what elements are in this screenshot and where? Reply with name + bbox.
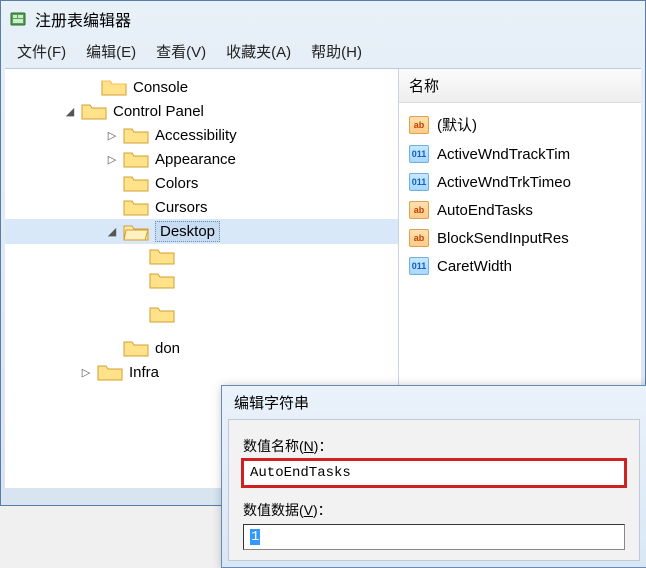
leaf-icon (105, 176, 119, 190)
dialog-body: 数值名称(N)： AutoEndTasks 数值数据(V)： 1 (228, 419, 640, 561)
string-value-icon: ab (409, 116, 429, 134)
tree-item-desktop-child[interactable] (5, 268, 398, 292)
tree-label: Colors (155, 175, 198, 192)
folder-open-icon (123, 222, 149, 242)
tree-item-accessibility[interactable]: ▷ Accessibility (5, 123, 398, 147)
label-text: )： (313, 502, 332, 518)
value-data-input[interactable]: 1 (243, 524, 625, 550)
tree-item-control-panel[interactable]: ◢ Control Panel (5, 99, 398, 123)
content-area: Console ◢ Control Panel ▷ Accessibility … (5, 68, 641, 488)
expander-open-icon[interactable]: ◢ (105, 225, 119, 239)
folder-icon (123, 197, 149, 217)
list-item[interactable]: 011 CaretWidth (403, 252, 637, 280)
label-text: 数值名称( (243, 438, 304, 454)
tree-label: Appearance (155, 151, 236, 168)
expander-closed-icon[interactable]: ▷ (79, 365, 93, 379)
menu-edit[interactable]: 编辑(E) (86, 41, 136, 62)
expander-closed-icon[interactable]: ▷ (105, 152, 119, 166)
folder-icon (123, 338, 149, 358)
titlebar: 注册表编辑器 (1, 1, 645, 37)
input-text: AutoEndTasks (250, 465, 351, 481)
list-item[interactable]: 011 ActiveWndTrackTim (403, 140, 637, 168)
folder-icon (97, 362, 123, 382)
folder-icon (149, 246, 175, 266)
tree-label: Control Panel (113, 103, 204, 120)
label-text: )： (314, 438, 333, 454)
tree-label: Desktop (155, 221, 220, 242)
binary-value-icon: 011 (409, 145, 429, 163)
tree-label: Console (133, 79, 188, 96)
menu-file[interactable]: 文件(F) (17, 41, 66, 62)
value-name: ActiveWndTrkTimeo (437, 174, 571, 191)
value-name: (默认) (437, 114, 477, 135)
column-header-name[interactable]: 名称 (399, 69, 641, 103)
tree-label: Accessibility (155, 127, 237, 144)
folder-icon (101, 77, 127, 97)
values-list: ab (默认) 011 ActiveWndTrackTim 011 ActiveWnd… (399, 103, 641, 286)
binary-value-icon: 011 (409, 257, 429, 275)
value-name-label: 数值名称(N)： (243, 436, 625, 456)
list-item[interactable]: 011 ActiveWndTrkTimeo (403, 168, 637, 196)
tree-label: Cursors (155, 199, 208, 216)
value-name: CaretWidth (437, 258, 512, 275)
edit-string-dialog: 编辑字符串 数值名称(N)： AutoEndTasks 数值数据(V)： 1 (221, 385, 646, 568)
label-accelerator: N (304, 438, 314, 454)
input-text-selected: 1 (250, 529, 260, 545)
folder-icon (123, 173, 149, 193)
registry-editor-window: 注册表编辑器 文件(F) 编辑(E) 查看(V) 收藏夹(A) 帮助(H) Co… (0, 0, 646, 506)
folder-icon (149, 304, 175, 324)
menu-favorites[interactable]: 收藏夹(A) (226, 41, 291, 62)
value-data-label: 数值数据(V)： (243, 500, 625, 520)
tree-item-console[interactable]: Console (5, 75, 398, 99)
tree-label: Infra (129, 364, 159, 381)
value-name: ActiveWndTrackTim (437, 146, 570, 163)
folder-icon (81, 101, 107, 121)
expander-open-icon[interactable]: ◢ (63, 104, 77, 118)
folder-icon (149, 270, 175, 290)
label-accelerator: V (304, 502, 313, 518)
folder-icon (123, 125, 149, 145)
string-value-icon: ab (409, 201, 429, 219)
app-icon (9, 10, 27, 28)
tree-item-don[interactable]: don (5, 336, 398, 360)
expander-closed-icon[interactable]: ▷ (105, 128, 119, 142)
tree-item-colors[interactable]: Colors (5, 171, 398, 195)
value-name: AutoEndTasks (437, 202, 533, 219)
binary-value-icon: 011 (409, 173, 429, 191)
leaf-icon (105, 200, 119, 214)
tree-item-desktop-child[interactable] (5, 244, 398, 268)
list-item[interactable]: ab BlockSendInputRes (403, 224, 637, 252)
folder-icon (123, 149, 149, 169)
string-value-icon: ab (409, 229, 429, 247)
tree-item-infra[interactable]: ▷ Infra (5, 360, 398, 384)
menubar: 文件(F) 编辑(E) 查看(V) 收藏夹(A) 帮助(H) (1, 37, 645, 68)
list-item[interactable]: ab (默认) (403, 109, 637, 140)
tree-item-desktop-child[interactable] (5, 302, 398, 326)
menu-help[interactable]: 帮助(H) (311, 41, 362, 62)
label-text: 数值数据( (243, 502, 304, 518)
dialog-title: 编辑字符串 (222, 386, 646, 419)
tree-item-desktop[interactable]: ◢ Desktop (5, 219, 398, 244)
tree-label: don (155, 340, 180, 357)
list-item[interactable]: ab AutoEndTasks (403, 196, 637, 224)
window-title: 注册表编辑器 (35, 7, 131, 31)
value-name-input[interactable]: AutoEndTasks (243, 460, 625, 486)
value-name: BlockSendInputRes (437, 230, 569, 247)
tree-item-cursors[interactable]: Cursors (5, 195, 398, 219)
tree-item-appearance[interactable]: ▷ Appearance (5, 147, 398, 171)
menu-view[interactable]: 查看(V) (156, 41, 206, 62)
leaf-icon (83, 80, 97, 94)
